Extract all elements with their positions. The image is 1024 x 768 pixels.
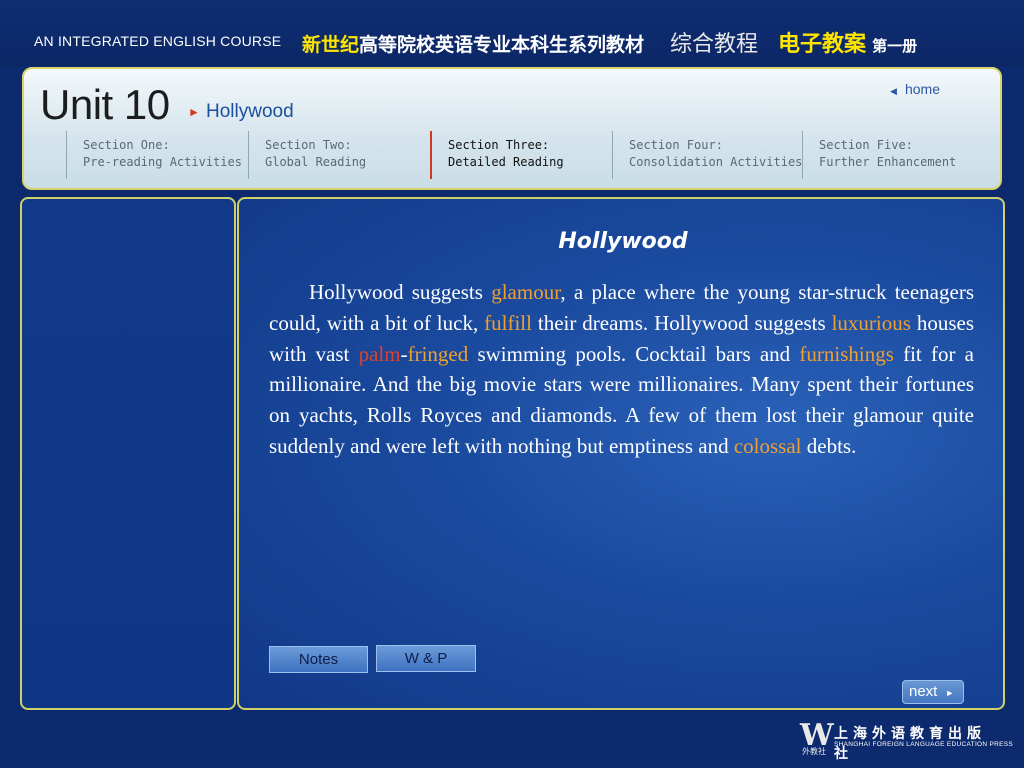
breadcrumb-arrow-icon: ► bbox=[188, 105, 200, 119]
top-banner: AN INTEGRATED ENGLISH COURSE 新世纪高等院校英语专业… bbox=[0, 0, 1024, 66]
next-label: next bbox=[909, 683, 938, 700]
section-tab-title: Section Five: bbox=[819, 138, 913, 152]
text-run: their dreams. Hollywood suggests bbox=[531, 310, 832, 335]
section-tab-title: Section Two: bbox=[265, 138, 352, 152]
unit-title: Unit 10 bbox=[40, 81, 170, 128]
article-title: Hollywood bbox=[558, 229, 688, 254]
keyword-luxurious[interactable]: luxurious bbox=[832, 311, 911, 335]
publisher-name-en: SHANGHAI FOREIGN LANGUAGE EDUCATION PRES… bbox=[834, 741, 1014, 748]
text-run: Hollywood suggests bbox=[309, 280, 492, 304]
section-tab-subtitle: Detailed Reading bbox=[448, 155, 564, 169]
next-button[interactable]: next ► bbox=[902, 680, 964, 704]
keyword-glamour[interactable]: glamour bbox=[491, 280, 560, 304]
section-tab-five[interactable]: Section Five: Further Enhancement bbox=[802, 131, 956, 179]
section-tab-three[interactable]: Section Three: Detailed Reading bbox=[430, 131, 564, 179]
side-panel bbox=[20, 197, 236, 710]
publisher-logo-caption: 外教社 bbox=[802, 747, 826, 756]
text-run: debts. bbox=[801, 433, 857, 458]
book-name: 综合教程 bbox=[670, 32, 759, 57]
keyword-colossal[interactable]: colossal bbox=[734, 434, 802, 458]
article-body: Hollywood suggests glamour, a place wher… bbox=[269, 277, 974, 462]
notes-button[interactable]: Notes bbox=[269, 646, 368, 673]
article-paragraph: Hollywood suggests glamour, a place wher… bbox=[269, 277, 974, 462]
back-arrow-icon: ◀ bbox=[890, 86, 897, 96]
reading-panel: Hollywood Hollywood suggests glamour, a … bbox=[237, 197, 1005, 710]
unit-header-panel: Unit 10 ► Hollywood ◀ home Section One: P… bbox=[22, 67, 1002, 190]
section-tab-subtitle: Global Reading bbox=[265, 155, 367, 169]
section-tab-title: Section Four: bbox=[629, 138, 723, 152]
section-tab-subtitle: Consolidation Activities bbox=[629, 155, 803, 169]
ecase-label: 电子教案 bbox=[778, 31, 867, 56]
home-link[interactable]: ◀ home bbox=[890, 81, 940, 97]
home-label: home bbox=[904, 81, 940, 97]
section-tab-subtitle: Pre-reading Activities bbox=[83, 155, 242, 169]
keyword-fulfill[interactable]: fulfill bbox=[484, 311, 532, 335]
series-title: 新世纪高等院校英语专业本科生系列教材 综合教程 电子教案 第一册 bbox=[302, 26, 917, 58]
brand-name: 新世纪 bbox=[302, 35, 360, 56]
text-run: - bbox=[400, 341, 408, 366]
section-tab-subtitle: Further Enhancement bbox=[819, 155, 957, 169]
play-arrow-icon: ► bbox=[945, 688, 955, 698]
volume-label: 第一册 bbox=[872, 38, 918, 55]
keyword-palm[interactable]: palm bbox=[359, 342, 401, 366]
unit-subtitle: Hollywood bbox=[206, 101, 294, 122]
publisher-logo: W 外教社 上海外语教育出版社 SHANGHAI FOREIGN LANGUAG… bbox=[800, 720, 1013, 762]
section-tab-one[interactable]: Section One: Pre-reading Activities bbox=[66, 131, 242, 179]
section-tab-title: Section Three: bbox=[448, 138, 550, 152]
series-name: 高等院校英语专业本科生系列教材 bbox=[359, 35, 645, 56]
text-run: swimming pools. Cocktail bars and bbox=[468, 341, 800, 366]
section-tab-title: Section One: bbox=[83, 138, 170, 152]
keyword-fringed[interactable]: fringed bbox=[408, 342, 469, 366]
course-title: AN INTEGRATED ENGLISH COURSE bbox=[34, 33, 282, 49]
section-tab-four[interactable]: Section Four: Consolidation Activities bbox=[612, 131, 802, 179]
words-phrases-button[interactable]: W & P bbox=[376, 645, 476, 672]
keyword-furnishings[interactable]: furnishings bbox=[799, 342, 894, 366]
section-tab-two[interactable]: Section Two: Global Reading bbox=[248, 131, 366, 179]
